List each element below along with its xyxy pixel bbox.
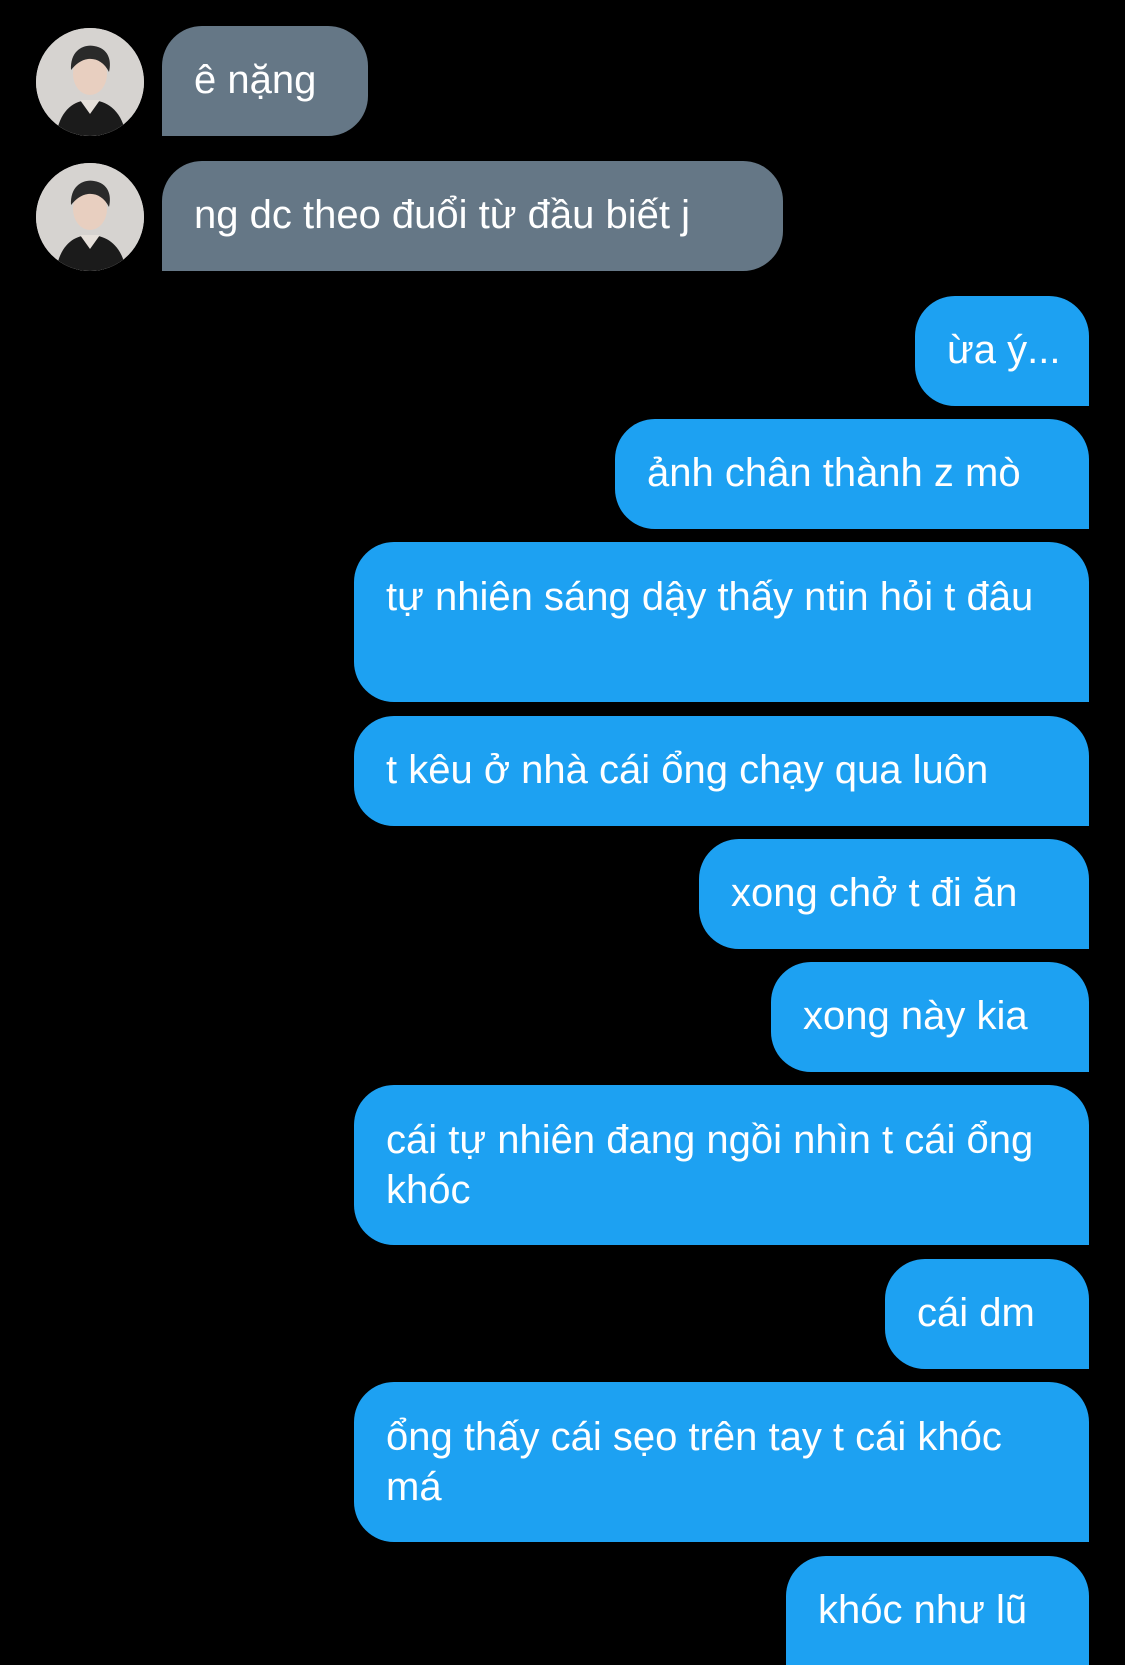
contact-avatar[interactable] — [36, 163, 144, 271]
message-text: xong này kia — [803, 994, 1028, 1038]
message-bubble-outgoing[interactable]: ổng thấy cái sẹo trên tay t cái khóc má — [354, 1382, 1089, 1542]
message-bubble-outgoing[interactable]: khóc như lũ — [786, 1556, 1089, 1665]
message-bubble-incoming[interactable]: ng dc theo đuổi từ đầu biết j — [162, 161, 783, 271]
message-text: ng dc theo đuổi từ đầu biết j — [194, 193, 691, 237]
message-thread: ê nặng ng dc theo đuổi từ đầu biết j ừa … — [0, 0, 1125, 1665]
avatar-icon — [36, 28, 144, 136]
message-bubble-outgoing[interactable]: xong này kia — [771, 962, 1089, 1072]
message-bubble-outgoing[interactable]: xong chở t đi ăn — [699, 839, 1089, 949]
message-text: tự nhiên sáng dậy thấy ntin hỏi t đâu — [386, 575, 1034, 619]
message-text: xong chở t đi ăn — [731, 871, 1018, 915]
message-text: ảnh chân thành z mò — [647, 451, 1021, 495]
message-bubble-outgoing[interactable]: tự nhiên sáng dậy thấy ntin hỏi t đâu — [354, 542, 1089, 702]
message-text: ổng thấy cái sẹo trên tay t cái khóc má — [386, 1415, 1002, 1509]
message-bubble-incoming[interactable]: ê nặng — [162, 26, 368, 136]
message-bubble-outgoing[interactable]: cái dm — [885, 1259, 1089, 1369]
contact-avatar[interactable] — [36, 28, 144, 136]
message-text: ê nặng — [194, 58, 317, 102]
message-text: cái tự nhiên đang ngồi nhìn t cái ổng kh… — [386, 1118, 1034, 1212]
message-bubble-outgoing[interactable]: t kêu ở nhà cái ổng chạy qua luôn — [354, 716, 1089, 826]
message-bubble-outgoing[interactable]: ảnh chân thành z mò — [615, 419, 1089, 529]
message-text: ừa ý... — [947, 328, 1061, 372]
message-text: t kêu ở nhà cái ổng chạy qua luôn — [386, 748, 989, 792]
avatar-icon — [36, 163, 144, 271]
message-text: khóc như lũ — [818, 1588, 1028, 1632]
message-text: cái dm — [917, 1291, 1035, 1335]
message-bubble-outgoing[interactable]: ừa ý... — [915, 296, 1089, 406]
message-bubble-outgoing[interactable]: cái tự nhiên đang ngồi nhìn t cái ổng kh… — [354, 1085, 1089, 1245]
